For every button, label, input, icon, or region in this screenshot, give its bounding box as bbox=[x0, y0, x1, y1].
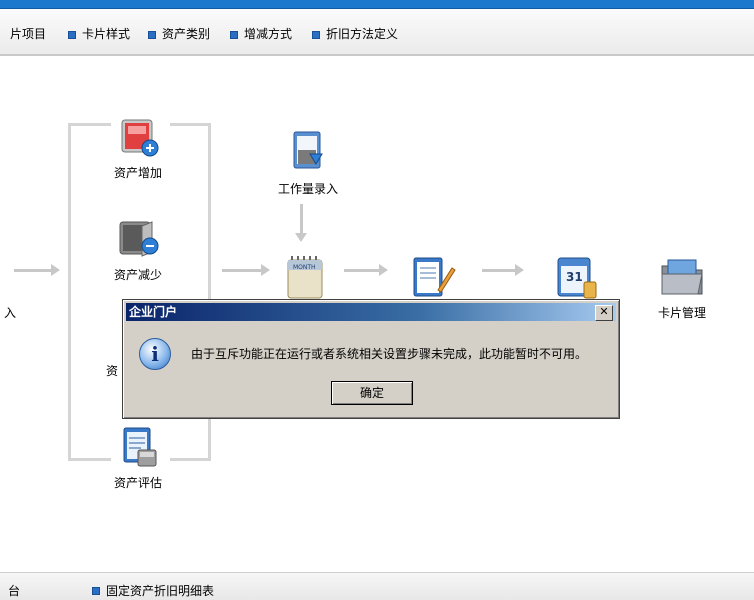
bottom-label: 固定资产折旧明细表 bbox=[106, 584, 215, 598]
top-accent-bar bbox=[0, 0, 754, 9]
flow-arrow bbox=[222, 264, 270, 276]
toolbar-card-style[interactable]: 卡片样式 bbox=[68, 25, 130, 43]
clipboard-pen-icon bbox=[408, 252, 456, 300]
toolbar-asset-category[interactable]: 资产类别 bbox=[148, 25, 210, 43]
node-label: 资 bbox=[106, 364, 119, 378]
toolbar-change-method[interactable]: 增减方式 bbox=[230, 25, 292, 43]
flow-arrow-down bbox=[295, 204, 307, 242]
node-calendar[interactable]: 31 bbox=[552, 252, 600, 300]
node-workload-entry[interactable]: 工作量录入 bbox=[274, 128, 342, 197]
alert-dialog: 企业门户 ✕ i 由于互斥功能正在运行或者系统相关设置步骤未完成，此功能暂时不可… bbox=[122, 299, 620, 419]
node-label: 入 bbox=[4, 306, 17, 320]
toolbar-label: 增减方式 bbox=[244, 27, 293, 41]
bullet-icon bbox=[148, 30, 156, 39]
calendar-number: 31 bbox=[566, 270, 583, 284]
dialog-title-bar[interactable]: 企业门户 ✕ bbox=[126, 303, 616, 321]
bullet-icon bbox=[92, 587, 100, 595]
folder-card-icon bbox=[658, 252, 706, 300]
month-label: MONTH bbox=[293, 264, 316, 271]
ok-button[interactable]: 确定 bbox=[331, 381, 413, 405]
toolbar-label: 折旧方法定义 bbox=[326, 27, 399, 41]
node-asset-evaluate[interactable]: 资产评估 bbox=[108, 422, 168, 491]
node-label: 资产增加 bbox=[113, 166, 162, 180]
toolbar-depreciation-method[interactable]: 折旧方法定义 bbox=[312, 25, 398, 43]
toolbar-label: 卡片样式 bbox=[82, 27, 131, 41]
toolbar-card-item[interactable]: 片项目 bbox=[10, 25, 46, 43]
bottom-item-depreciation-detail[interactable]: 固定资产折旧明细表 bbox=[92, 582, 214, 599]
close-button[interactable]: ✕ bbox=[595, 305, 613, 321]
toolbar-label: 资产类别 bbox=[162, 27, 211, 41]
bullet-icon bbox=[312, 30, 320, 39]
node-month-depreciation[interactable]: MONTH bbox=[282, 252, 330, 300]
bullet-icon bbox=[68, 30, 76, 39]
safe-add-icon bbox=[114, 112, 162, 160]
info-icon: i bbox=[139, 338, 171, 370]
dialog-message: 由于互斥功能正在运行或者系统相关设置步骤未完成，此功能暂时不可用。 bbox=[191, 347, 588, 361]
workload-entry-icon bbox=[284, 128, 332, 176]
toolbar-label: 片项目 bbox=[10, 27, 47, 41]
node-label: 资产评估 bbox=[113, 476, 162, 490]
node-asset-hidden[interactable]: 资 bbox=[106, 358, 118, 379]
bottom-report-bar: 台 固定资产折旧明细表 bbox=[0, 572, 754, 600]
bottom-item-ledger[interactable]: 台 bbox=[8, 582, 20, 599]
flow-arrow bbox=[14, 264, 60, 276]
node-label: 工作量录入 bbox=[277, 182, 338, 196]
month-calendar-icon: MONTH bbox=[282, 252, 330, 300]
node-asset-reduce[interactable]: 资产减少 bbox=[108, 214, 168, 283]
node-label: 资产减少 bbox=[113, 268, 162, 282]
bullet-icon bbox=[230, 30, 238, 39]
calendar-31-icon: 31 bbox=[552, 252, 600, 300]
node-depreciation-calc[interactable] bbox=[408, 252, 456, 300]
flow-arrow bbox=[344, 264, 388, 276]
group-bracket-left bbox=[68, 123, 111, 461]
toolbar: 片项目 卡片样式 资产类别 增减方式 折旧方法定义 bbox=[0, 9, 754, 56]
node-card-manage[interactable]: 卡片管理 bbox=[652, 252, 712, 321]
dialog-title: 企业门户 bbox=[129, 305, 178, 319]
node-asset-add[interactable]: 资产增加 bbox=[108, 112, 168, 181]
bottom-label: 台 bbox=[8, 584, 21, 598]
safe-reduce-icon bbox=[114, 214, 162, 262]
clipboard-evaluate-icon bbox=[114, 422, 162, 470]
node-label: 卡片管理 bbox=[657, 306, 706, 320]
flow-arrow bbox=[482, 264, 524, 276]
node-partial-left[interactable]: 入 bbox=[4, 300, 16, 321]
